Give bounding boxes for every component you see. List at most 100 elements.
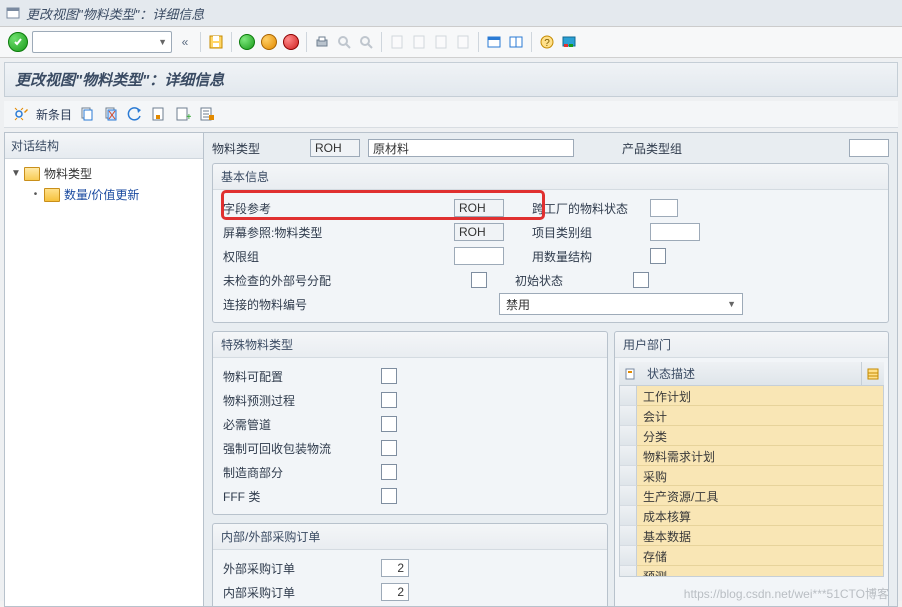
material-type-label: 物料类型 (212, 140, 302, 157)
group-purchase-order: 内部/外部采购订单 外部采购订单2 内部采购订单2 (212, 523, 608, 607)
list-item[interactable]: 生产资源/工具 (620, 486, 883, 506)
list-item[interactable]: 成本核算 (620, 506, 883, 526)
form-pane: 物料类型 ROH 原材料 产品类型组 基本信息 字段参考 ROH 跨工厂的物料状… (204, 132, 898, 607)
int-po-value[interactable]: 2 (381, 583, 409, 601)
list-item[interactable]: 存储 (620, 546, 883, 566)
qty-struct-checkbox[interactable] (650, 248, 666, 264)
svg-text:+: + (186, 112, 191, 122)
ext-no-assign-label: 未检查的外部号分配 (223, 272, 331, 289)
chevron-down-icon: ▼ (727, 299, 736, 309)
tree-header: 对话结构 (5, 133, 203, 159)
chevron-down-icon: ▼ (158, 37, 167, 47)
material-type-desc[interactable]: 原材料 (368, 139, 574, 157)
page-title: 更改视图"物料类型"：详细信息 (4, 62, 898, 97)
exit-icon[interactable] (260, 33, 278, 51)
cancel-icon[interactable] (282, 33, 300, 51)
init-status-checkbox[interactable] (633, 272, 649, 288)
init-status-label: 初始状态 (515, 272, 625, 289)
ext-no-assign-checkbox[interactable] (471, 272, 487, 288)
returnable-checkbox[interactable] (381, 440, 397, 456)
help-icon[interactable]: ? (538, 33, 556, 51)
new-entry-button[interactable]: 新条目 (36, 106, 72, 123)
status-desc-header[interactable]: 状态描述 (641, 362, 862, 385)
configurable-checkbox[interactable] (381, 368, 397, 384)
toggle-display-icon[interactable] (12, 105, 30, 123)
pipeline-checkbox[interactable] (381, 416, 397, 432)
qty-struct-label: 用数量结构 (532, 248, 642, 265)
conn-matno-combo[interactable]: 禁用 ▼ (499, 293, 743, 315)
tree-node-material-type[interactable]: ▼ 物料类型 (11, 163, 197, 184)
save-icon[interactable] (207, 33, 225, 51)
first-page-icon[interactable] (388, 33, 406, 51)
settings-column-icon[interactable] (862, 362, 884, 385)
auth-group-field[interactable] (454, 247, 504, 265)
tree-node-label[interactable]: 数量/价值更新 (64, 186, 139, 203)
product-type-group-field[interactable] (849, 139, 889, 157)
next-page-icon[interactable] (432, 33, 450, 51)
tree-node-qty-value[interactable]: • 数量/价值更新 (11, 184, 197, 205)
history-toggle-icon[interactable]: « (176, 33, 194, 51)
print-icon[interactable] (313, 33, 331, 51)
window-title: 更改视图"物料类型"：详细信息 (26, 4, 204, 23)
ext-po-label: 外部采购订单 (223, 560, 373, 577)
conn-matno-label: 连接的物料编号 (223, 296, 343, 313)
list-item[interactable]: 分类 (620, 426, 883, 446)
screen-reference-value: ROH (454, 223, 504, 241)
select-all-icon[interactable] (150, 105, 168, 123)
fff-label: FFF 类 (223, 488, 373, 505)
tree-node-label: 物料类型 (44, 165, 92, 182)
find-icon[interactable] (335, 33, 353, 51)
list-header: 状态描述 (619, 362, 884, 386)
tree-body: ▼ 物料类型 • 数量/价值更新 (5, 159, 203, 209)
product-type-group-label: 产品类型组 (622, 140, 682, 157)
back-icon[interactable] (238, 33, 256, 51)
list-item[interactable]: 采购 (620, 466, 883, 486)
system-toolbar: ▼ « ? (0, 27, 902, 58)
list-item[interactable]: 会计 (620, 406, 883, 426)
bullet-icon: • (31, 189, 40, 200)
undo-icon[interactable] (126, 105, 144, 123)
xplant-status-field[interactable] (650, 199, 678, 217)
collapse-icon[interactable]: ▼ (11, 168, 20, 179)
new-session-icon[interactable] (485, 33, 503, 51)
command-field[interactable]: ▼ (32, 31, 172, 53)
list-item[interactable]: 物料需求计划 (620, 446, 883, 466)
forecast-checkbox[interactable] (381, 392, 397, 408)
group-basic-info: 基本信息 字段参考 ROH 跨工厂的物料状态 屏幕参照:物料类型 ROH 项目类… (212, 163, 889, 323)
xplant-status-label: 跨工厂的物料状态 (532, 200, 642, 217)
auth-group-label: 权限组 (223, 248, 338, 265)
two-column-area: 特殊物料类型 物料可配置 物料预测过程 必需管道 强制可回收包装物流 制造商部分… (212, 331, 889, 607)
prev-page-icon[interactable] (410, 33, 428, 51)
svg-text:?: ? (544, 38, 550, 49)
item-cat-group-field[interactable] (650, 223, 700, 241)
group-title: 内部/外部采购订单 (213, 524, 607, 550)
fff-checkbox[interactable] (381, 488, 397, 504)
mfr-part-label: 制造商部分 (223, 464, 373, 481)
header-row: 物料类型 ROH 原材料 产品类型组 (212, 139, 889, 157)
field-help-icon[interactable] (198, 105, 216, 123)
folder-open-icon (24, 167, 40, 181)
group-special-types: 特殊物料类型 物料可配置 物料预测过程 必需管道 强制可回收包装物流 制造商部分… (212, 331, 608, 515)
select-column-icon[interactable] (619, 362, 641, 385)
add-row-icon[interactable]: + (174, 105, 192, 123)
find-next-icon[interactable] (357, 33, 375, 51)
customize-icon[interactable] (560, 33, 578, 51)
mfr-part-checkbox[interactable] (381, 464, 397, 480)
screen-reference-label: 屏幕参照:物料类型 (223, 224, 338, 241)
pipeline-label: 必需管道 (223, 416, 373, 433)
layout-icon[interactable] (507, 33, 525, 51)
list-item[interactable]: 工作计划 (620, 386, 883, 406)
group-user-dept: 用户部门 状态描述 工作计划 会计 分类 物料需求计划 (614, 331, 889, 607)
folder-icon (44, 188, 60, 202)
item-cat-group-label: 项目类别组 (532, 224, 642, 241)
window-icon (6, 6, 20, 20)
last-page-icon[interactable] (454, 33, 472, 51)
ext-po-value[interactable]: 2 (381, 559, 409, 577)
copy-icon[interactable] (78, 105, 96, 123)
list-item[interactable]: 基本数据 (620, 526, 883, 546)
list-item[interactable]: 预测 (620, 566, 883, 577)
content-area: 对话结构 ▼ 物料类型 • 数量/价值更新 物料类型 ROH 原材料 (4, 132, 898, 607)
sap-window: 更改视图"物料类型"：详细信息 ▼ « ? 更改视图"物料类型"：详细信息 (0, 0, 902, 601)
enter-icon[interactable] (8, 32, 28, 52)
delete-icon[interactable] (102, 105, 120, 123)
